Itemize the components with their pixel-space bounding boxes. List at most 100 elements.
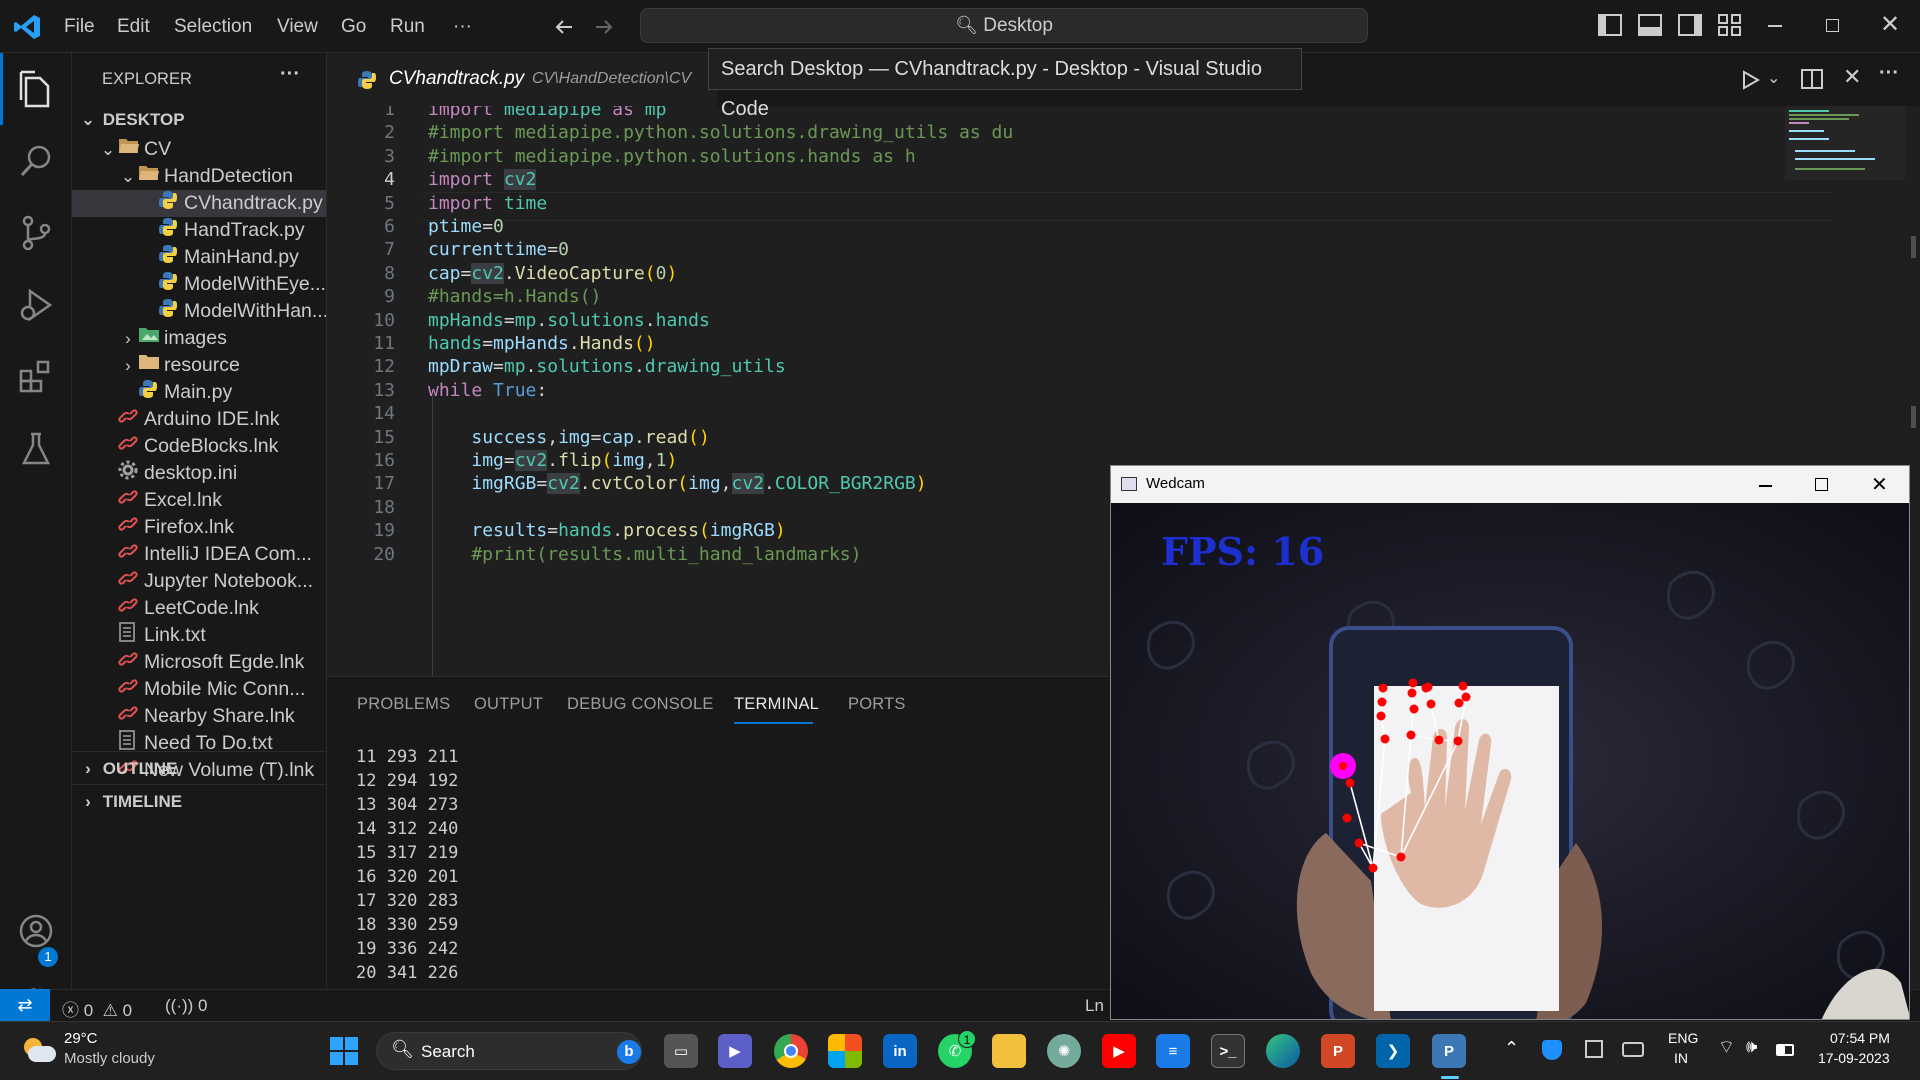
wifi-icon[interactable]: ⌔ [1718, 1036, 1735, 1059]
menu-more[interactable]: ··· [453, 0, 472, 53]
wedcam-window[interactable]: Wedcam ✕ FPS: 16 [1110, 465, 1910, 1020]
explorer-item[interactable]: Link.txt [72, 622, 326, 649]
explorer-item[interactable]: ModelWithEye.... [72, 271, 326, 298]
run-file-icon[interactable] [1739, 69, 1761, 91]
code-line[interactable]: img=cv2.flip(img,1) [428, 449, 677, 472]
powerpoint-icon[interactable]: P [1321, 1034, 1355, 1068]
terminal-line[interactable]: 16 320 201 [356, 865, 458, 889]
explorer-item[interactable]: IntelliJ IDEA Com... [72, 541, 326, 568]
explorer-item[interactable]: ModelWithHan... [72, 298, 326, 325]
explorer-item[interactable]: Excel.lnk [72, 487, 326, 514]
code-line[interactable]: cap=cv2.VideoCapture(0) [428, 262, 677, 285]
code-line[interactable]: while True: [428, 379, 547, 402]
code-line[interactable]: #hands=h.Hands() [428, 285, 601, 308]
customize-layout-icon[interactable] [1718, 14, 1742, 36]
weather-cloud-icon[interactable] [22, 1036, 56, 1064]
terminal-line[interactable]: 12 294 192 [356, 769, 458, 793]
code-line[interactable]: #print(results.multi_hand_landmarks) [428, 543, 861, 566]
code-line[interactable]: import cv2 [428, 168, 537, 191]
wedcam-minimize-button[interactable] [1759, 485, 1772, 487]
code-line[interactable]: imgRGB=cv2.cvtColor(img,cv2.COLOR_BGR2RG… [428, 472, 927, 495]
minimap[interactable] [1785, 106, 1920, 206]
code-line[interactable]: mpDraw=mp.solutions.drawing_utils [428, 355, 786, 378]
testing-icon[interactable] [0, 413, 72, 485]
explorer-item[interactable]: MainHand.py [72, 244, 326, 271]
remote-indicator-icon[interactable]: ⇄ [0, 989, 50, 1021]
wedcam-maximize-button[interactable] [1815, 478, 1828, 491]
toggle-secondary-sidebar-icon[interactable] [1678, 14, 1702, 36]
explorer-item[interactable]: Arduino IDE.lnk [72, 406, 326, 433]
language-region[interactable]: IN [1674, 1050, 1688, 1066]
show-hidden-icons-chevron[interactable]: ⌃ [1504, 1038, 1519, 1059]
file-explorer-icon[interactable] [992, 1034, 1026, 1068]
code-line[interactable]: #import mediapipe.python.solutions.hands… [428, 145, 916, 168]
forward-arrow-icon[interactable] [592, 15, 616, 39]
code-line[interactable]: success,img=cap.read() [428, 426, 709, 449]
split-editor-icon[interactable] [1801, 69, 1823, 89]
panel-tab-terminal[interactable]: TERMINAL [734, 695, 819, 714]
terminal-line[interactable]: 18 330 259 [356, 913, 458, 937]
bing-icon[interactable]: b [617, 1040, 641, 1064]
explorer-icon[interactable] [0, 53, 72, 125]
explorer-more-button[interactable]: ··· [280, 63, 300, 86]
line-column-status[interactable]: Ln [1085, 996, 1104, 1016]
explorer-item[interactable]: Firefox.lnk [72, 514, 326, 541]
terminal-line[interactable]: 17 320 283 [356, 889, 458, 913]
code-line[interactable]: import time [428, 192, 547, 215]
defender-shield-icon[interactable] [1542, 1040, 1562, 1060]
toggle-primary-sidebar-icon[interactable] [1598, 14, 1622, 36]
terminal-line[interactable]: 13 304 273 [356, 793, 458, 817]
chatgpt-icon[interactable]: ✺ [1047, 1034, 1081, 1068]
menu-go[interactable]: Go [341, 0, 366, 53]
code-line[interactable]: mpHands=mp.solutions.hands [428, 309, 710, 332]
microsoft-store-icon[interactable] [828, 1034, 862, 1068]
youtube-icon[interactable]: ▶ [1102, 1034, 1136, 1068]
explorer-item[interactable]: Nearby Share.lnk [72, 703, 326, 730]
editor-more-actions-icon[interactable]: ··· [1879, 62, 1899, 85]
problems-status[interactable]: ⓧ 0 ⚠ 0 [62, 996, 132, 1021]
terminal-line[interactable]: 15 317 219 [356, 841, 458, 865]
explorer-item[interactable]: CVhandtrack.py [72, 190, 326, 217]
notepad-icon[interactable]: ≡ [1156, 1034, 1190, 1068]
menu-file[interactable]: File [64, 0, 95, 53]
code-line[interactable]: hands=mpHands.Hands() [428, 332, 656, 355]
tab-cvhandtrack[interactable]: CVhandtrack.py CV\HandDetection\CV [327, 53, 717, 106]
code-line[interactable]: currenttime=0 [428, 238, 569, 261]
edge-icon[interactable] [1266, 1034, 1300, 1068]
explorer-item[interactable]: ⌄ HandDetection [72, 163, 326, 190]
extensions-icon[interactable] [0, 341, 72, 413]
linkedin-icon[interactable]: in [883, 1034, 917, 1068]
clock-time[interactable]: 07:54 PM [1830, 1030, 1890, 1046]
timeline-section[interactable]: › TIMELINE [72, 785, 326, 818]
battery-icon[interactable] [1776, 1044, 1794, 1056]
explorer-item[interactable]: Mobile Mic Conn... [72, 676, 326, 703]
explorer-item[interactable]: › images [72, 325, 326, 352]
toggle-panel-icon[interactable] [1638, 14, 1662, 36]
window-minimize-button[interactable] [1768, 25, 1782, 27]
panel-tab-output[interactable]: OUTPUT [474, 695, 543, 714]
terminal-line[interactable]: 20 341 226 [356, 961, 458, 985]
windows-start-icon[interactable] [330, 1037, 358, 1065]
task-view-icon[interactable]: ▭ [664, 1034, 698, 1068]
taskbar-search-box[interactable]: 🔍︎ Search b [376, 1032, 642, 1070]
menu-edit[interactable]: Edit [117, 0, 150, 53]
back-arrow-icon[interactable] [552, 15, 576, 39]
explorer-item[interactable]: Jupyter Notebook... [72, 568, 326, 595]
python-taskbar-icon[interactable]: P [1432, 1034, 1466, 1068]
panel-tab-debug-console[interactable]: DEBUG CONSOLE [567, 695, 714, 714]
wedcam-close-button[interactable]: ✕ [1871, 472, 1888, 497]
code-line[interactable]: results=hands.process(imgRGB) [428, 519, 785, 542]
menu-run[interactable]: Run [390, 0, 425, 53]
explorer-item[interactable]: ⌄ CV [72, 136, 326, 163]
vscode-taskbar-icon[interactable]: ❯ [1376, 1034, 1410, 1068]
close-editor-icon[interactable]: ✕ [1843, 64, 1861, 90]
terminal-line[interactable]: 19 336 242 [356, 937, 458, 961]
explorer-item[interactable]: CodeBlocks.lnk [72, 433, 326, 460]
panel-tab-problems[interactable]: PROBLEMS [357, 695, 450, 714]
accounts-icon[interactable] [0, 895, 72, 967]
outline-section[interactable]: › OUTLINE [72, 752, 326, 785]
terminal-icon[interactable]: >_ [1211, 1034, 1245, 1068]
chrome-icon[interactable] [774, 1034, 808, 1068]
teams-chat-icon[interactable]: ▶ [718, 1034, 752, 1068]
vscode-logo-icon[interactable] [12, 12, 42, 42]
